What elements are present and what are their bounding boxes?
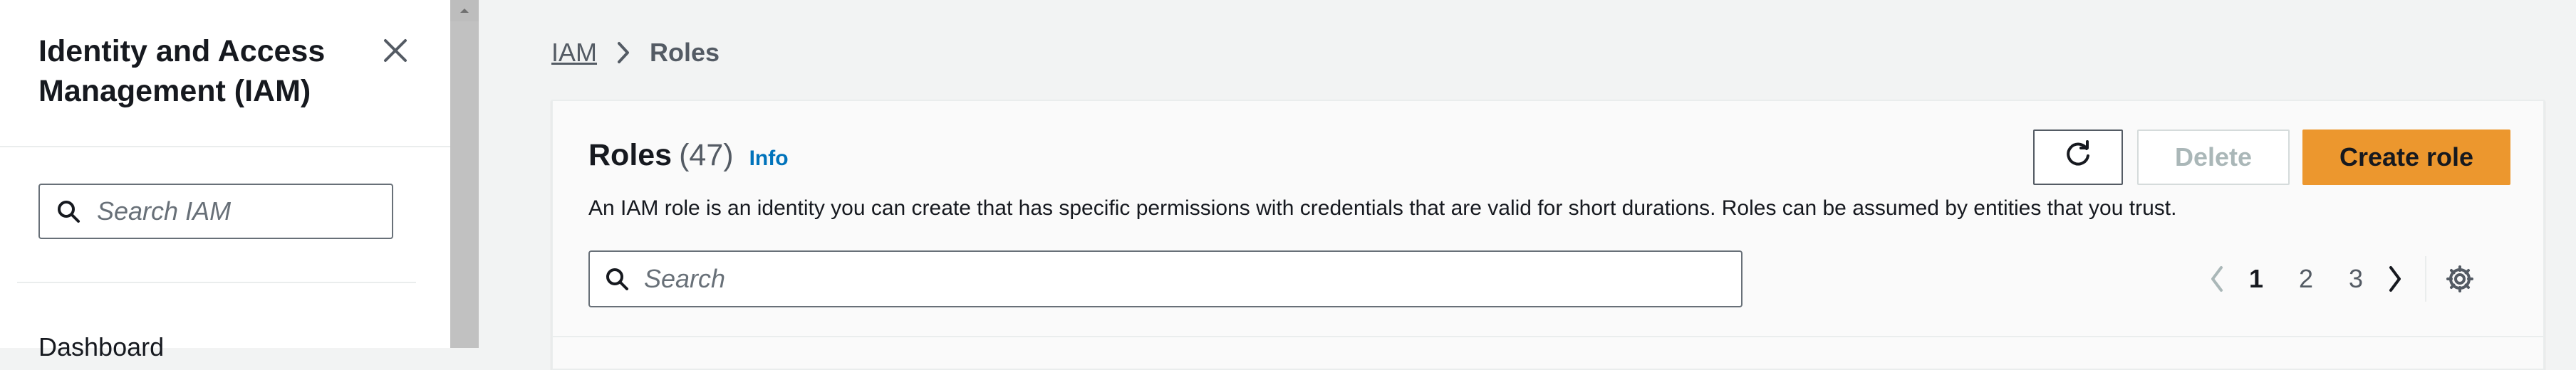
pagination-divider (2425, 256, 2426, 302)
sidebar-divider (17, 282, 416, 283)
scroll-up-arrow[interactable] (450, 0, 479, 21)
info-link[interactable]: Info (749, 147, 789, 171)
sidebar-search-input[interactable] (95, 196, 369, 227)
close-sidebar-button[interactable] (378, 34, 413, 70)
breadcrumb: IAM Roles (551, 36, 720, 70)
roles-header: Roles (47) Info (588, 138, 789, 173)
chevron-right-icon (616, 41, 631, 65)
sidebar-divider (0, 146, 450, 147)
breadcrumb-roles: Roles (650, 38, 720, 67)
chevron-left-icon (2211, 266, 2223, 292)
pagination: 1 2 3 (2203, 256, 2478, 302)
sidebar: Identity and Access Management (IAM) Das… (0, 0, 450, 361)
refresh-icon (2062, 139, 2094, 176)
sidebar-search-box[interactable] (38, 184, 393, 239)
panel-divider (553, 336, 2543, 337)
roles-description: An IAM role is an identity you can creat… (588, 196, 2177, 220)
gear-icon (2446, 265, 2473, 292)
chevron-right-icon (2389, 266, 2401, 292)
page-3-button[interactable]: 3 (2331, 264, 2381, 294)
breadcrumb-iam[interactable]: IAM (551, 38, 597, 68)
roles-panel: Roles (47) Info Delete Create role An IA… (551, 100, 2545, 370)
sidebar-scrollbar[interactable] (450, 0, 479, 348)
preferences-button[interactable] (2442, 256, 2478, 302)
refresh-button[interactable] (2033, 130, 2123, 185)
page-title: Roles (588, 138, 672, 172)
page-2-button[interactable]: 2 (2281, 264, 2331, 294)
next-page-button[interactable] (2381, 256, 2409, 302)
close-icon (381, 36, 410, 68)
sidebar-title: Identity and Access Management (IAM) (38, 34, 326, 108)
sidebar-item-dashboard[interactable]: Dashboard (38, 333, 164, 361)
previous-page-button[interactable] (2203, 256, 2231, 302)
roles-search-input[interactable] (643, 263, 1714, 295)
roles-count: (47) (679, 138, 734, 172)
caret-up-icon (460, 9, 469, 13)
delete-button[interactable]: Delete (2137, 130, 2290, 185)
create-role-button[interactable]: Create role (2302, 130, 2510, 185)
roles-search-box[interactable] (588, 250, 1743, 307)
page-1-button[interactable]: 1 (2231, 264, 2281, 294)
search-icon (56, 199, 81, 224)
search-icon (604, 266, 630, 292)
